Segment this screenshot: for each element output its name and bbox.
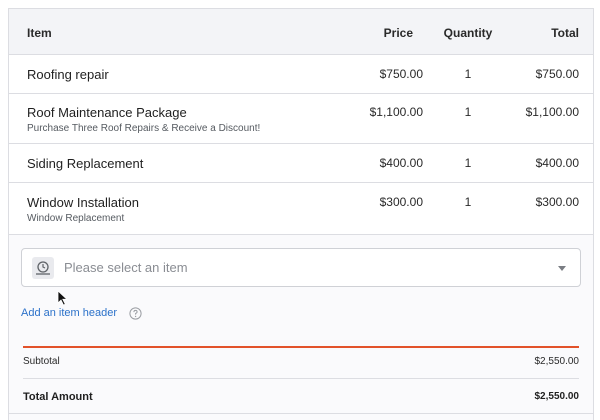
chevron-down-icon[interactable] <box>558 266 566 271</box>
item-total: $300.00 <box>535 195 579 209</box>
header-total: Total <box>551 26 579 40</box>
item-quantity: 1 <box>464 105 472 119</box>
item-price: $750.00 <box>379 67 423 81</box>
item-name: Siding Replacement <box>27 156 144 171</box>
item-name: Window Installation <box>27 195 139 210</box>
item-total: $750.00 <box>535 67 579 81</box>
summary-divider <box>23 378 579 379</box>
header-quantity: Quantity <box>443 26 493 40</box>
header-item: Item <box>27 26 52 40</box>
help-icon[interactable] <box>129 307 142 320</box>
item-price: $400.00 <box>379 156 423 170</box>
table-row[interactable]: Roof Maintenance Package Purchase Three … <box>9 94 593 144</box>
item-quantity: 1 <box>464 67 472 81</box>
add-item-header-link[interactable]: Add an item header <box>21 307 117 319</box>
table-header: Item Price Quantity Total <box>9 9 593 55</box>
item-total: $1,100.00 <box>525 105 579 119</box>
total-amount-label: Total Amount <box>23 391 93 403</box>
item-select-placeholder: Please select an item <box>64 260 188 275</box>
item-price: $300.00 <box>379 195 423 209</box>
line-items-panel: Item Price Quantity Total Roofing repair… <box>8 8 594 420</box>
item-description: Purchase Three Roof Repairs & Receive a … <box>27 123 261 134</box>
summary-divider-accent <box>23 346 579 348</box>
subtotal-value: $2,550.00 <box>534 356 580 367</box>
panel-bottom-border <box>9 413 593 414</box>
item-select-dropdown[interactable]: Please select an item <box>21 248 581 287</box>
item-quantity: 1 <box>464 156 472 170</box>
table-row[interactable]: Siding Replacement $400.00 1 $400.00 <box>9 144 593 183</box>
product-icon <box>32 257 54 279</box>
item-quantity: 1 <box>464 195 472 209</box>
total-amount-value: $2,550.00 <box>534 391 580 402</box>
item-price: $1,100.00 <box>369 105 423 119</box>
table-row[interactable]: Roofing repair $750.00 1 $750.00 <box>9 55 593 94</box>
item-name: Roofing repair <box>27 67 109 82</box>
item-total: $400.00 <box>535 156 579 170</box>
mouse-cursor-icon <box>57 290 69 306</box>
table-row[interactable]: Window Installation Window Replacement $… <box>9 183 593 235</box>
header-price: Price <box>383 26 413 40</box>
item-name: Roof Maintenance Package <box>27 105 187 120</box>
item-description: Window Replacement <box>27 213 125 224</box>
subtotal-label: Subtotal <box>23 356 60 367</box>
